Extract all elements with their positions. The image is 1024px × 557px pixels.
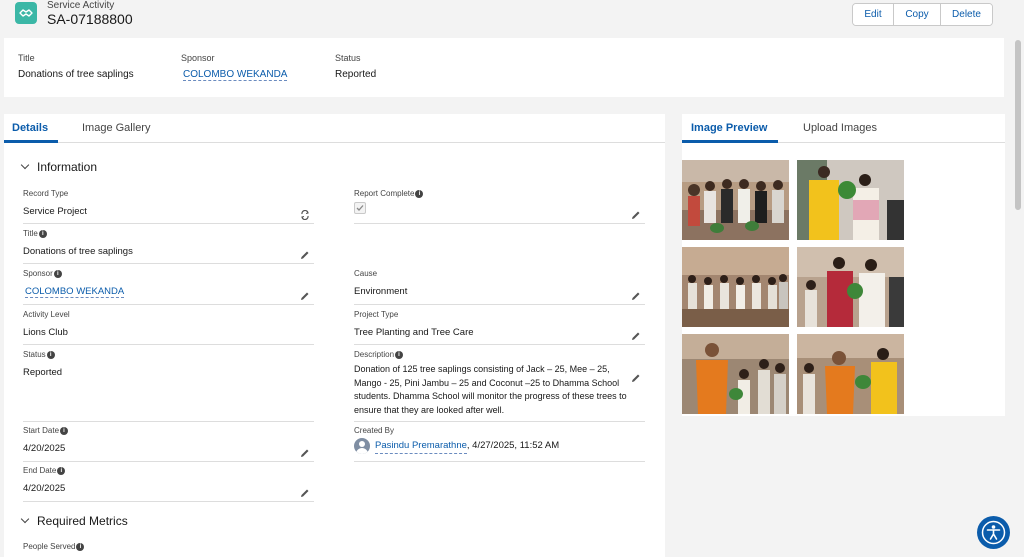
edit-start-date-icon[interactable]	[300, 445, 310, 457]
created-by-user-link[interactable]: Pasindu Premarathne	[375, 439, 467, 454]
end-date-value: 4/20/2025	[23, 483, 66, 494]
activity-level-value: Lions Club	[23, 327, 68, 338]
project-type-label: Project Type	[354, 310, 399, 319]
highlight-sponsor-link[interactable]: COLOMBO WEKANDA	[183, 69, 288, 81]
edit-button[interactable]: Edit	[853, 4, 894, 25]
field-status: Status i Reported	[23, 350, 314, 422]
chevron-down-icon	[20, 160, 30, 170]
highlight-sponsor-label: Sponsor	[181, 53, 215, 63]
end-date-label: End Date	[23, 466, 57, 475]
record-name: SA-07188800	[47, 11, 133, 27]
details-card: Details Image Gallery Information Record…	[4, 114, 665, 557]
gallery-image[interactable]	[682, 334, 789, 414]
created-by-timestamp: , 4/27/2025, 11:52 AM	[466, 440, 560, 451]
cause-value: Environment	[354, 286, 408, 297]
status-value: Reported	[23, 367, 63, 378]
info-icon[interactable]: i	[46, 350, 55, 359]
object-label: Service Activity	[47, 0, 115, 11]
field-end-date: End Date i 4/20/2025	[23, 466, 314, 502]
field-people-served: People Served i	[23, 542, 314, 557]
gallery-image[interactable]	[797, 247, 904, 327]
info-icon[interactable]: i	[60, 426, 69, 435]
tab-details[interactable]: Details	[4, 114, 58, 143]
edit-end-date-icon[interactable]	[300, 485, 310, 497]
gallery-image[interactable]	[797, 160, 904, 240]
image-tabs: Image Preview Upload Images	[682, 114, 1005, 143]
section-information[interactable]: Information	[20, 160, 98, 174]
field-start-date: Start Date i 4/20/2025	[23, 426, 314, 462]
status-label: Status	[23, 350, 46, 359]
sponsor-link[interactable]: COLOMBO WEKANDA	[25, 286, 125, 298]
highlight-status: Status Reported	[335, 53, 376, 80]
field-cause: Cause Environment	[354, 269, 645, 305]
user-avatar-icon	[354, 438, 370, 454]
gallery-image[interactable]	[682, 247, 789, 327]
start-date-value: 4/20/2025	[23, 443, 66, 454]
start-date-label: Start Date	[23, 426, 60, 435]
delete-button[interactable]: Delete	[941, 4, 992, 25]
activity-level-label: Activity Level	[23, 310, 70, 319]
gallery-image[interactable]	[797, 334, 904, 414]
edit-sponsor-icon[interactable]	[300, 288, 310, 300]
copy-button[interactable]: Copy	[894, 4, 941, 25]
edit-project-type-icon[interactable]	[631, 328, 641, 340]
details-tabs: Details Image Gallery	[4, 114, 665, 143]
created-by-label: Created By	[354, 426, 395, 435]
highlights-panel: Title Donations of tree saplings Sponsor…	[4, 38, 1004, 97]
action-button-group: Edit Copy Delete	[852, 3, 993, 26]
title-value: Donations of tree saplings	[23, 246, 133, 257]
scrollbar-thumb[interactable]	[1015, 40, 1021, 210]
sponsor-label: Sponsor	[23, 269, 53, 278]
section-information-label: Information	[37, 160, 98, 174]
field-report-complete: Report Complete i	[354, 189, 645, 224]
highlight-status-label: Status	[335, 53, 361, 63]
people-served-label: People Served	[23, 542, 76, 551]
page-scrollbar[interactable]	[1014, 38, 1022, 557]
edit-description-icon[interactable]	[631, 370, 641, 382]
cause-label: Cause	[354, 269, 378, 278]
info-icon[interactable]: i	[53, 269, 62, 278]
change-record-type-icon[interactable]	[300, 207, 310, 221]
tab-image-preview[interactable]: Image Preview	[682, 114, 778, 143]
field-title: Title i Donations of tree saplings	[23, 229, 314, 264]
highlight-title-label: Title	[18, 53, 35, 63]
info-icon[interactable]: i	[76, 542, 85, 551]
info-icon[interactable]: i	[38, 229, 47, 238]
service-activity-icon	[15, 2, 37, 24]
record-header: Service Activity SA-07188800 Edit Copy D…	[0, 0, 1010, 38]
field-created-by: Created By Pasindu Premarathne , 4/27/20…	[354, 426, 645, 462]
field-description: Description i Donation of 125 tree saplin…	[354, 350, 645, 422]
report-complete-checkbox	[354, 202, 366, 214]
field-record-type: Record Type Service Project	[23, 189, 314, 224]
highlight-title-value: Donations of tree saplings	[18, 69, 134, 80]
field-sponsor: Sponsor i COLOMBO WEKANDA	[23, 269, 314, 305]
edit-report-complete-icon[interactable]	[631, 207, 641, 219]
title-label: Title	[23, 229, 38, 238]
edit-cause-icon[interactable]	[631, 288, 641, 300]
field-project-type: Project Type Tree Planting and Tree Care	[354, 310, 645, 345]
project-type-value: Tree Planting and Tree Care	[354, 327, 474, 338]
highlight-status-value: Reported	[335, 69, 377, 80]
description-label: Description	[354, 350, 395, 359]
edit-title-icon[interactable]	[300, 247, 310, 259]
accessibility-button[interactable]	[977, 516, 1010, 549]
highlight-sponsor: Sponsor COLOMBO WEKANDA	[181, 53, 288, 81]
field-activity-level: Activity Level Lions Club	[23, 310, 314, 345]
section-required-metrics[interactable]: Required Metrics	[20, 514, 128, 528]
info-icon[interactable]: i	[415, 189, 424, 198]
record-type-label: Record Type	[23, 189, 69, 198]
chevron-down-icon	[20, 514, 30, 524]
description-value: Donation of 125 tree saplings consisting…	[354, 364, 627, 415]
image-preview-card: Image Preview Upload Images	[682, 114, 1005, 416]
accessibility-icon	[981, 520, 1006, 545]
gallery-image[interactable]	[682, 160, 789, 240]
info-icon[interactable]: i	[57, 466, 66, 475]
info-icon[interactable]: i	[395, 350, 404, 359]
tab-image-gallery[interactable]: Image Gallery	[82, 114, 150, 143]
report-complete-label: Report Complete	[354, 189, 415, 198]
tab-upload-images[interactable]: Upload Images	[803, 114, 877, 143]
section-required-metrics-label: Required Metrics	[37, 514, 128, 528]
record-type-value: Service Project	[23, 206, 87, 217]
highlight-title: Title Donations of tree saplings	[18, 53, 134, 80]
